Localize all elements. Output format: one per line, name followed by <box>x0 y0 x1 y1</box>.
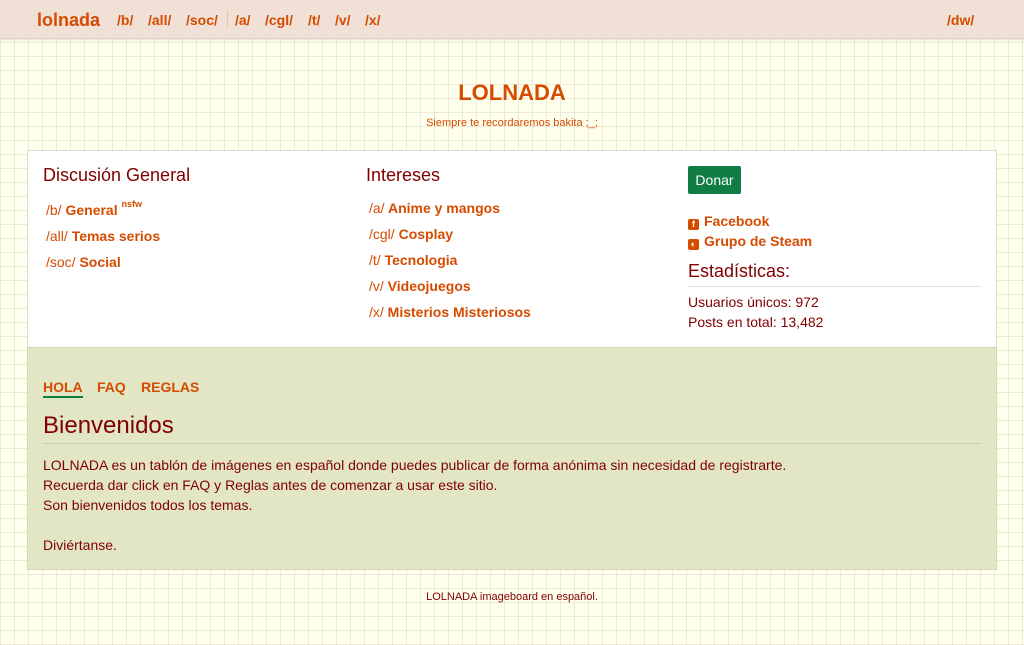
facebook-link[interactable]: f Facebook <box>688 213 770 230</box>
boards-panel: Discusión General /b/ General nsfw /all/… <box>27 150 997 348</box>
board-code: /cgl/ <box>369 226 395 242</box>
board-code: /a/ <box>369 200 385 216</box>
steam-label: Grupo de Steam <box>704 233 813 249</box>
board-link-x[interactable]: /x/ Misterios Misteriosos <box>369 304 531 320</box>
tab-faq[interactable]: FAQ <box>97 379 126 395</box>
board-name: Temas serios <box>71 228 161 244</box>
board-name: Cosplay <box>398 226 454 242</box>
board-name: Tecnologia <box>384 252 458 268</box>
stat-unique-users: Usuarios únicos: 972 <box>688 294 819 310</box>
nav-link-soc[interactable]: /soc/ <box>186 12 218 28</box>
board-code: /x/ <box>369 304 384 320</box>
board-name: Anime y mangos <box>387 200 500 216</box>
interests-column: Intereses <box>366 165 440 186</box>
board-code: /v/ <box>369 278 384 294</box>
donate-button[interactable]: Donar <box>688 166 741 194</box>
stat-total-posts: Posts en total: 13,482 <box>688 314 824 330</box>
nav-link-cgl[interactable]: /cgl/ <box>265 12 293 28</box>
board-link-a[interactable]: /a/ Anime y mangos <box>369 200 500 216</box>
stats-title: Estadísticas: <box>688 261 981 287</box>
nav-link-all[interactable]: /all/ <box>148 12 171 28</box>
nav-link-x[interactable]: /x/ <box>365 12 381 28</box>
top-navbar: lolnada /b/ /all/ /soc/ /a/ /cgl/ /t/ /v… <box>0 0 1024 39</box>
welcome-panel: HOLA FAQ REGLAS Bienvenidos LOLNADA es u… <box>27 347 997 570</box>
board-name: Videojuegos <box>387 278 471 294</box>
board-code: /all/ <box>46 228 68 244</box>
board-link-cgl[interactable]: /cgl/ Cosplay <box>369 226 453 242</box>
welcome-line: LOLNADA es un tablón de imágenes en espa… <box>43 457 787 473</box>
site-subtitle: Siempre te recordaremos bakita ;_; <box>426 117 598 129</box>
board-code: /b/ <box>46 202 62 218</box>
board-name: Social <box>79 254 121 270</box>
welcome-line: Recuerda dar click en FAQ y Reglas antes… <box>43 477 498 493</box>
tab-hola[interactable]: HOLA <box>43 379 83 398</box>
nav-divider <box>227 11 228 28</box>
steam-group-link[interactable]: ◐ Grupo de Steam <box>688 233 813 250</box>
nav-link-a[interactable]: /a/ <box>235 12 251 28</box>
board-link-t[interactable]: /t/ Tecnologia <box>369 252 457 268</box>
board-name: General <box>65 202 118 218</box>
board-link-all[interactable]: /all/ Temas serios <box>46 228 160 244</box>
facebook-label: Facebook <box>704 213 770 229</box>
interests-heading: Intereses <box>366 165 441 185</box>
general-column: Discusión General <box>43 165 190 186</box>
footer-text: LOLNADA imageboard en español. <box>426 591 598 603</box>
board-code: /soc/ <box>46 254 76 270</box>
site-title: LOLNADA <box>458 80 566 105</box>
nav-link-t[interactable]: /t/ <box>308 12 320 28</box>
board-link-v[interactable]: /v/ Videojuegos <box>369 278 471 294</box>
nsfw-tag: nsfw <box>121 199 143 209</box>
board-name: Misterios Misteriosos <box>387 304 531 320</box>
board-link-b[interactable]: /b/ General nsfw <box>46 199 143 218</box>
board-code: /t/ <box>369 252 381 268</box>
steam-icon: ◐ <box>688 239 699 250</box>
brand-link[interactable]: lolnada <box>37 10 100 31</box>
welcome-line: Diviértanse. <box>43 537 117 553</box>
welcome-line: Son bienvenidos todos los temas. <box>43 497 253 513</box>
general-heading: Discusión General <box>43 165 191 185</box>
facebook-icon: f <box>688 219 699 230</box>
tab-reglas[interactable]: REGLAS <box>141 379 199 395</box>
board-link-soc[interactable]: /soc/ Social <box>46 254 121 270</box>
nav-link-b[interactable]: /b/ <box>117 12 133 28</box>
nav-link-dw[interactable]: /dw/ <box>947 12 974 28</box>
nav-link-v[interactable]: /v/ <box>335 12 351 28</box>
welcome-title: Bienvenidos <box>43 412 981 444</box>
